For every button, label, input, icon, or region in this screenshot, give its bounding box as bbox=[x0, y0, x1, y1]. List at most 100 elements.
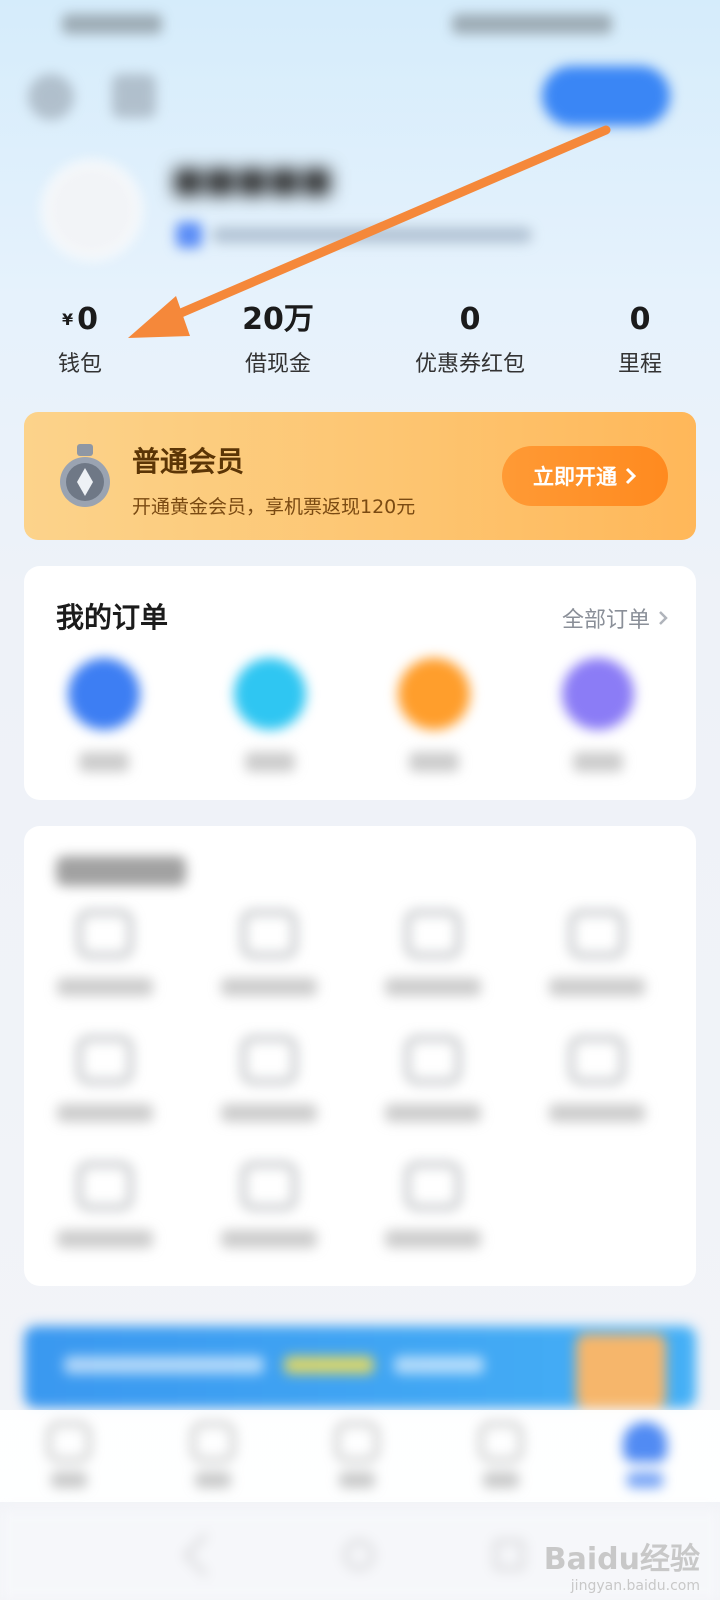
tool-item[interactable] bbox=[532, 1036, 662, 1122]
order-ticket[interactable] bbox=[538, 658, 658, 772]
banner-highlight bbox=[284, 1356, 374, 1374]
stat-cash-loan[interactable]: 20万 借现金 bbox=[208, 300, 348, 378]
ticket-icon bbox=[562, 658, 634, 730]
tool-item[interactable] bbox=[368, 1162, 498, 1248]
tool-item[interactable] bbox=[204, 1162, 334, 1248]
service-icon bbox=[479, 1422, 523, 1462]
sign-in-pill[interactable] bbox=[542, 66, 670, 126]
user-subline bbox=[176, 222, 532, 248]
tool-label bbox=[221, 978, 317, 996]
tool-item[interactable] bbox=[204, 910, 334, 996]
tool-label bbox=[385, 1104, 481, 1122]
open-membership-button[interactable]: 立即开通 bbox=[502, 446, 668, 506]
medal-icon bbox=[60, 444, 110, 507]
tools-title bbox=[56, 856, 186, 886]
watermark: Baidu经验 jingyan.baidu.com bbox=[544, 1534, 700, 1594]
profile-icon bbox=[623, 1422, 667, 1462]
tool-item[interactable] bbox=[204, 1036, 334, 1122]
tool-label bbox=[385, 1230, 481, 1248]
orders-title: 我的订单 bbox=[56, 601, 169, 634]
nav-home[interactable] bbox=[24, 1422, 114, 1488]
nav-service[interactable] bbox=[456, 1422, 546, 1488]
order-label bbox=[573, 752, 623, 772]
scan-icon[interactable] bbox=[112, 74, 156, 118]
signal-indicator bbox=[62, 14, 162, 34]
stat-label: 借现金 bbox=[244, 352, 311, 377]
tool-item[interactable] bbox=[368, 910, 498, 996]
tool-label bbox=[57, 1230, 153, 1248]
stat-value: 20万 bbox=[242, 302, 314, 337]
stat-mileage[interactable]: 0 里程 bbox=[570, 300, 710, 378]
order-label bbox=[409, 752, 459, 772]
all-orders-link[interactable]: 全部订单 bbox=[562, 602, 668, 634]
member-desc: 开通黄金会员，享机票返现120元 bbox=[132, 496, 416, 518]
recents-icon[interactable] bbox=[494, 1540, 524, 1570]
tool-label bbox=[549, 978, 645, 996]
level-badge-icon bbox=[176, 222, 202, 248]
tool-item[interactable] bbox=[40, 1162, 170, 1248]
tool-label bbox=[57, 1104, 153, 1122]
nav-discover[interactable] bbox=[312, 1422, 402, 1488]
username[interactable]: ■■■■■ bbox=[172, 160, 333, 200]
open-membership-label: 立即开通 bbox=[533, 465, 617, 489]
order-label bbox=[79, 752, 129, 772]
stat-wallet[interactable]: ¥0 钱包 bbox=[10, 300, 150, 378]
tool-icon bbox=[241, 1036, 297, 1084]
tool-item[interactable] bbox=[40, 1036, 170, 1122]
watermark-logo: Baidu经验 bbox=[543, 1542, 700, 1577]
order-train[interactable] bbox=[210, 658, 330, 772]
nav-label bbox=[627, 1472, 663, 1488]
stat-value: 0 bbox=[459, 302, 481, 337]
tool-label bbox=[385, 978, 481, 996]
stat-value: ¥0 bbox=[61, 302, 98, 337]
avatar[interactable] bbox=[42, 160, 142, 260]
tool-label bbox=[221, 1104, 317, 1122]
order-flight[interactable] bbox=[44, 658, 164, 772]
tool-icon bbox=[241, 1162, 297, 1210]
order-label bbox=[245, 752, 295, 772]
nav-profile[interactable] bbox=[600, 1422, 690, 1488]
tools-card bbox=[24, 826, 696, 1286]
nav-label bbox=[339, 1472, 375, 1488]
tool-icon bbox=[241, 910, 297, 958]
tool-icon bbox=[77, 1162, 133, 1210]
stat-label: 优惠券红包 bbox=[414, 352, 525, 377]
stat-value: 0 bbox=[629, 302, 651, 337]
tool-label bbox=[57, 978, 153, 996]
watermark-url: jingyan.baidu.com bbox=[570, 1578, 700, 1594]
stat-label: 钱包 bbox=[57, 352, 102, 377]
member-card[interactable]: 普通会员 开通黄金会员，享机票返现120元 立即开通 bbox=[24, 412, 696, 540]
tool-item[interactable] bbox=[40, 910, 170, 996]
banner-text bbox=[394, 1356, 484, 1374]
discover-icon bbox=[335, 1422, 379, 1462]
nav-trip[interactable] bbox=[168, 1422, 258, 1488]
chevron-right-icon bbox=[625, 467, 637, 485]
member-title: 普通会员 bbox=[132, 445, 245, 478]
home-button-icon[interactable] bbox=[344, 1540, 374, 1570]
promo-banner[interactable] bbox=[24, 1326, 696, 1408]
battery-indicator bbox=[452, 14, 612, 34]
bottom-nav bbox=[0, 1410, 720, 1502]
stat-coupons[interactable]: 0 优惠券红包 bbox=[400, 300, 540, 378]
tool-icon bbox=[77, 910, 133, 958]
stat-label: 里程 bbox=[617, 352, 662, 377]
trip-icon bbox=[191, 1422, 235, 1462]
tool-icon bbox=[77, 1036, 133, 1084]
back-icon[interactable] bbox=[183, 1533, 227, 1577]
settings-icon[interactable] bbox=[28, 74, 74, 120]
home-icon bbox=[47, 1422, 91, 1462]
hotel-icon bbox=[398, 658, 470, 730]
tool-icon bbox=[405, 1162, 461, 1210]
tool-item[interactable] bbox=[532, 910, 662, 996]
banner-text bbox=[64, 1356, 264, 1374]
train-icon bbox=[234, 658, 306, 730]
tool-icon bbox=[569, 910, 625, 958]
tool-icon bbox=[569, 1036, 625, 1084]
tool-label bbox=[221, 1230, 317, 1248]
plane-icon bbox=[68, 658, 140, 730]
user-subline-text bbox=[212, 227, 532, 243]
tool-icon bbox=[405, 910, 461, 958]
tool-item[interactable] bbox=[368, 1036, 498, 1122]
order-hotel[interactable] bbox=[374, 658, 494, 772]
all-orders-label: 全部订单 bbox=[561, 608, 650, 633]
